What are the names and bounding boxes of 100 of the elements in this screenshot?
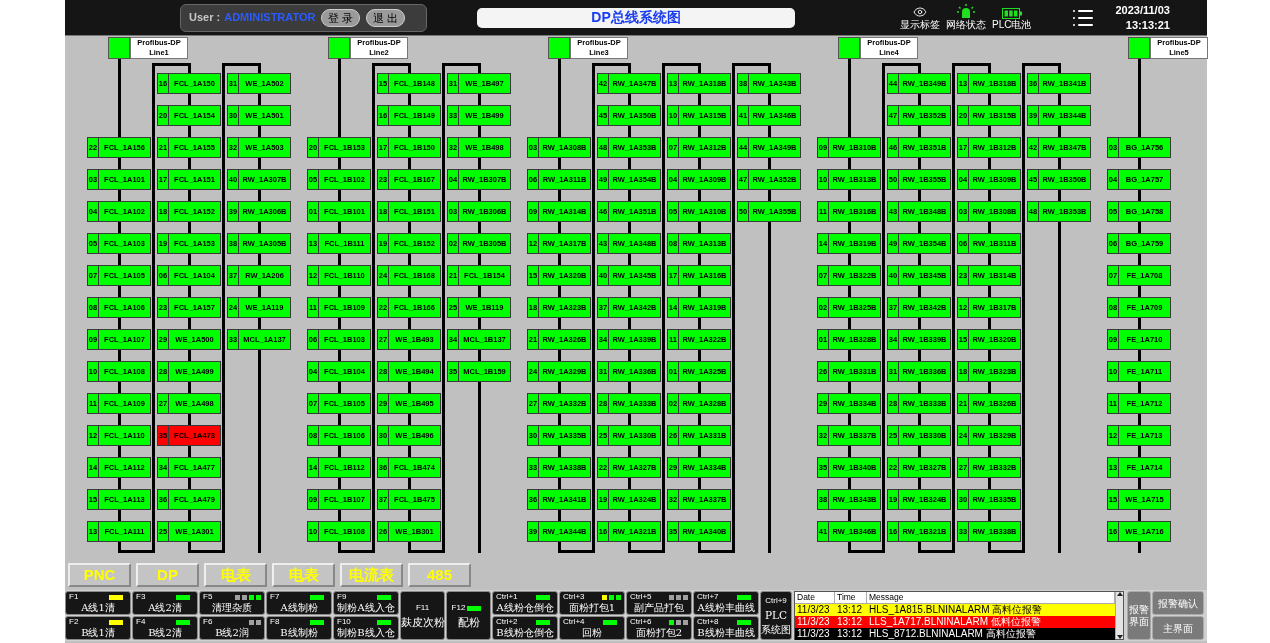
function-key[interactable]: F4 B线2清 (132, 616, 198, 640)
key-shortcut: Ctrl+2 (496, 617, 518, 627)
bus-status-square (1128, 37, 1150, 59)
function-key[interactable]: Ctrl+8 B线粉丰曲线 (693, 616, 759, 640)
alarm-message: HLS_8712.BLNINALARM 高料位报警 (868, 628, 1037, 640)
beacon-light-icon (956, 4, 976, 19)
function-key[interactable]: F7 A线制粉 (266, 591, 332, 615)
key-shortcut: Ctrl+8 (697, 617, 719, 627)
key-label: 面粉打包1 (568, 602, 616, 614)
alarm-time: 13:12 (836, 616, 864, 628)
alarm-message: LLS_1A717.BLNINALARM 低料位报警 (868, 616, 1042, 628)
key-label: 配粉 (457, 616, 480, 628)
function-key[interactable]: F1 A线1清 (65, 591, 131, 615)
time-text: 13:13:21 (1125, 17, 1170, 33)
bus-status-square (328, 37, 350, 59)
key-shortcut: F12 (451, 603, 466, 613)
alarm-time: 13:12 (836, 604, 864, 616)
key-label: B线1清 (81, 627, 115, 639)
key-shortcut: F6 (203, 617, 213, 627)
alarm-screen-button[interactable]: 报警界面 (1127, 591, 1151, 640)
key-label: A线粉丰曲线 (697, 602, 755, 614)
key-label: PLC (764, 608, 788, 621)
bus-status-square (108, 37, 130, 59)
key-shortcut: Ctrl+4 (563, 617, 585, 627)
column-header: Date (795, 592, 835, 603)
key-label: A线制粉 (280, 602, 318, 614)
login-button[interactable]: 退 出 (366, 8, 405, 27)
key-label: A线2清 (148, 602, 182, 614)
bus-status-square (548, 37, 570, 59)
key-label: B线制粉 (280, 627, 318, 639)
alarm-row[interactable]: 11/3/23 13:12 HLS_1A815.BLNINALARM 高料位报警 (795, 604, 1115, 616)
status-label: PLC电池 (992, 19, 1032, 31)
function-key[interactable]: Ctrl+1 A线粉仓倒仓 (492, 591, 558, 615)
column-header: Time (835, 592, 867, 603)
key-shortcut: F10 (337, 617, 351, 627)
page-title: DP总线系统图 (477, 7, 795, 28)
function-key[interactable]: F8 B线制粉 (266, 616, 332, 640)
key-shortcut: F7 (270, 592, 280, 602)
status-label: 显示标签 (900, 19, 940, 31)
key-shortcut: Ctrl+1 (496, 592, 518, 602)
user-name: ADMINISTRATOR (224, 10, 316, 26)
key-shortcut: F5 (203, 592, 213, 602)
key-shortcut: F11 (415, 603, 430, 613)
function-key[interactable]: Ctrl+3 面粉打包1 (559, 591, 625, 615)
alarm-row[interactable]: 11/3/23 13:12 HLS_8712.BLNINALARM 高料位报警 (795, 628, 1115, 640)
alarm-date: 11/3/23 (796, 628, 831, 640)
function-key[interactable]: F9 制粉A线入仓 (333, 591, 399, 615)
function-key[interactable]: F6 B线2润 (199, 616, 265, 640)
key-shortcut: Ctrl+7 (697, 592, 719, 602)
function-key[interactable]: Ctrl+7 A线粉丰曲线 (693, 591, 759, 615)
date-text: 2023/11/03 (1115, 2, 1170, 18)
key-label: 麸皮次粉 (400, 616, 445, 628)
function-key[interactable]: Ctrl+9 PLC 系统图 (760, 591, 792, 640)
key-label: B线2润 (215, 627, 249, 639)
battery-icon (1001, 8, 1022, 19)
key-label: A线粉仓倒仓 (496, 602, 554, 614)
key-label: B线2清 (148, 627, 182, 639)
key-shortcut: Ctrl+3 (563, 592, 585, 602)
key-label: 回粉 (582, 627, 602, 639)
key-shortcut: Ctrl+9 (765, 595, 787, 606)
key-shortcut: F3 (136, 592, 146, 602)
key-shortcut: Ctrl+5 (630, 592, 652, 602)
key-shortcut: F1 (69, 592, 79, 602)
user-label: User : (189, 10, 221, 26)
alarm-date: 11/3/23 (796, 604, 831, 616)
key-label: 面粉打包2 (635, 627, 683, 639)
function-key[interactable]: F11 麸皮次粉 (400, 591, 445, 640)
scroll-up-icon[interactable] (1116, 592, 1123, 596)
function-key[interactable]: Ctrl+6 面粉打包2 (626, 616, 692, 640)
alarm-action-button[interactable]: 主界面 (1152, 616, 1204, 640)
alarm-row[interactable]: 11/3/23 13:12 LLS_1A717.BLNINALARM 低料位报警 (795, 616, 1115, 628)
key-label: 副产品打包 (634, 602, 684, 614)
function-key[interactable]: F12 配粉 (446, 591, 491, 640)
key-label: 制粉B线入仓 (337, 627, 395, 639)
key-label: 制粉A线入仓 (337, 602, 395, 614)
function-key[interactable]: F10 制粉B线入仓 (333, 616, 399, 640)
key-sublabel: 系统图 (761, 623, 791, 636)
key-shortcut: F2 (69, 617, 79, 627)
key-label: B线粉仓倒仓 (496, 627, 554, 639)
function-key[interactable]: Ctrl+5 副产品打包 (626, 591, 692, 615)
alarm-message: HLS_1A815.BLNINALARM 高料位报警 (868, 604, 1044, 616)
alarm-action-button[interactable]: 报警确认 (1152, 591, 1204, 615)
bus-status-square (838, 37, 860, 59)
key-label: A线1清 (81, 602, 115, 614)
alarm-time: 13:12 (836, 628, 864, 640)
scroll-down-icon[interactable] (1116, 635, 1123, 639)
function-key[interactable]: Ctrl+2 B线粉仓倒仓 (492, 616, 558, 640)
scrollbar[interactable] (1115, 592, 1123, 639)
function-key[interactable]: Ctrl+4 回粉 (559, 616, 625, 640)
key-shortcut: Ctrl+6 (630, 617, 652, 627)
function-key[interactable]: F2 B线1清 (65, 616, 131, 640)
key-shortcut: F4 (136, 617, 146, 627)
key-label: B线粉丰曲线 (697, 627, 755, 639)
function-key[interactable]: F5 清理杂质 (199, 591, 265, 615)
function-key[interactable]: F3 A线2清 (132, 591, 198, 615)
alarm-date: 11/3/23 (796, 616, 831, 628)
status-label: 网络状态 (946, 19, 986, 31)
key-shortcut: F9 (337, 592, 347, 602)
key-label: 清理杂质 (212, 602, 252, 614)
login-button[interactable]: 登 录 (321, 8, 361, 27)
